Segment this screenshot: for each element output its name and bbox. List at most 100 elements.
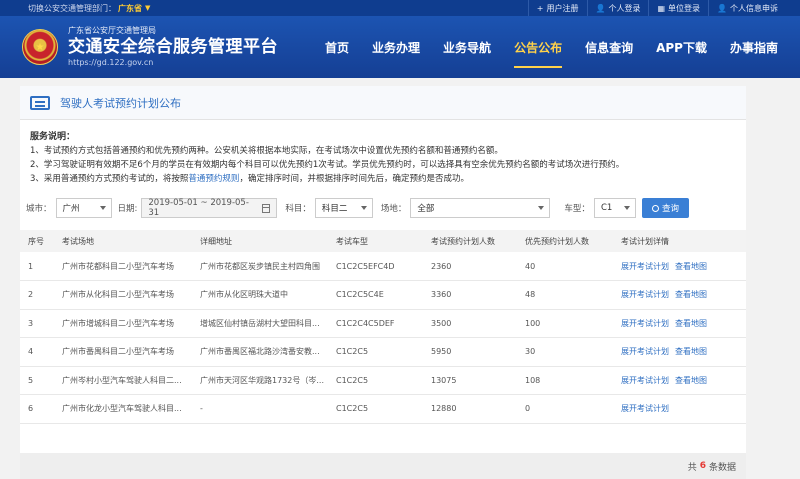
nav-home[interactable]: 首页 — [325, 16, 349, 78]
dept-switch-label: 切换公安交通管理部门： — [28, 3, 116, 13]
row-site: 广州市番禺科目二小型汽车考场 — [54, 337, 192, 367]
view-map-link[interactable]: 查看地图 — [675, 347, 707, 356]
row-plan-count: 12880 — [423, 394, 517, 424]
expand-plan-link[interactable]: 展开考试计划 — [621, 290, 669, 299]
appeal-label: 个人信息申诉 — [730, 3, 778, 13]
row-site: 广州市花都科目二小型汽车考场 — [54, 252, 192, 281]
cartype-value: C1 — [600, 203, 613, 213]
dept-switch-value[interactable]: 广东省 — [118, 3, 142, 14]
row-number: 6 — [20, 394, 54, 424]
chevron-down-icon[interactable]: ▼ — [145, 4, 150, 12]
account-links: + 用户注册 👤 个人登录 ▦ 单位登录 👤 个人信息申诉 — [527, 0, 786, 16]
document-icon — [30, 95, 50, 110]
person-icon: 👤 — [595, 3, 606, 13]
org-icon: ▦ — [657, 3, 666, 13]
nav-query[interactable]: 信息查询 — [585, 16, 633, 78]
cartype-select[interactable]: C1 — [593, 198, 636, 218]
col-header: 详细地址 — [192, 230, 328, 252]
nav-guide[interactable]: 业务导航 — [443, 16, 491, 78]
expand-plan-link[interactable]: 展开考试计划 — [621, 347, 669, 356]
personal-login-link[interactable]: 👤 个人登录 — [586, 0, 649, 16]
city-select[interactable]: 广州 — [55, 198, 112, 218]
view-map-link[interactable]: 查看地图 — [675, 290, 707, 299]
row-actions: 展开考试计划 查看地图 — [613, 252, 746, 281]
row-address: 广州市天河区华观路1732号（岑... — [192, 366, 328, 395]
filter-bar: 城市： 广州 日期: 2019-05-01 ~ 2019-05-31 科目： 科… — [20, 198, 746, 218]
row-actions: 展开考试计划 查看地图 — [613, 366, 746, 395]
total-count: 6 — [699, 461, 706, 471]
query-button[interactable]: 查询 — [641, 198, 689, 218]
expand-plan-link[interactable]: 展开考试计划 — [621, 404, 669, 413]
row-actions: 展开考试计划 查看地图 — [613, 280, 746, 310]
row-plan-count: 13075 — [423, 366, 517, 395]
view-map-link[interactable]: 查看地图 — [675, 319, 707, 328]
brand[interactable]: 广东省公安厅交通管理局 交通安全综合服务管理平台 https://gd.122.… — [68, 26, 278, 68]
subject-value: 科目二 — [321, 204, 348, 214]
row-car-type: C1C2C5 — [328, 366, 423, 395]
expand-plan-link[interactable]: 展开考试计划 — [621, 376, 669, 385]
rules-link[interactable]: 普通预约规则 — [188, 174, 239, 184]
row-address: 广州市花都区炭步镇民主村四角围 — [192, 252, 328, 281]
table-row: 3 广州市增城科目二小型汽车考场 增城区仙村镇岳湖村大望田科目... C1C2C4C5… — [20, 309, 746, 338]
row-address: 广州市从化区明珠大道中 — [192, 280, 328, 310]
cartype-label: 车型： — [564, 204, 590, 214]
register-label: 用户注册 — [546, 3, 579, 13]
total-suffix: 条数据 — [708, 462, 736, 473]
nav-business[interactable]: 业务办理 — [372, 16, 420, 78]
table-row: 2 广州市从化科目二小型汽车考场 广州市从化区明珠大道中 C1C2C5C4E 3360 4… — [20, 280, 746, 310]
page-title: 驾驶人考试预约计划公布 — [60, 96, 181, 110]
row-car-type: C1C2C4C5DEF — [328, 309, 423, 338]
site-value: 全部 — [417, 204, 435, 214]
row-actions: 展开考试计划 — [613, 394, 746, 424]
subject-label: 科目： — [285, 204, 311, 214]
city-label: 城市： — [26, 204, 52, 214]
row-site: 广州市化龙小型汽车驾驶人科目... — [54, 394, 192, 424]
brand-subtitle: 广东省公安厅交通管理局 — [68, 26, 156, 35]
row-plan-count: 2360 — [423, 252, 517, 281]
row-priority-count: 48 — [517, 280, 613, 310]
row-priority-count: 100 — [517, 309, 613, 338]
person-icon: 👤 — [717, 3, 727, 13]
personal-login-label: 个人登录 — [608, 3, 641, 13]
table-footer: 共 6 条数据 — [20, 453, 746, 479]
city-value: 广州 — [62, 204, 80, 214]
table-header-row: 序号 考试场地 详细地址 考试车型 考试预约计划人数 优先预约计划人数 考试计划… — [20, 230, 746, 252]
site-label: 场地： — [380, 204, 407, 214]
row-number: 1 — [20, 252, 54, 281]
org-login-link[interactable]: ▦ 单位登录 — [648, 0, 708, 16]
brand-url: https://gd.122.gov.cn — [68, 58, 154, 67]
site-header: ★ 广东省公安厅交通管理局 交通安全综合服务管理平台 https://gd.12… — [0, 16, 800, 78]
top-bar: 切换公安交通管理部门： 广东省 ▼ + 用户注册 👤 个人登录 ▦ 单位登录 👤 个人信… — [0, 0, 800, 16]
row-car-type: C1C2C5 — [328, 394, 423, 424]
register-link[interactable]: + 用户注册 — [527, 0, 587, 16]
nav-service-guide[interactable]: 办事指南 — [730, 16, 778, 78]
col-header: 优先预约计划人数 — [517, 230, 613, 252]
view-map-link[interactable]: 查看地图 — [675, 376, 707, 385]
subject-select[interactable]: 科目二 — [314, 198, 373, 218]
row-site: 广州岑村小型汽车驾驶人科目二... — [54, 366, 192, 395]
user-plus-icon: + — [536, 3, 544, 13]
date-range-input[interactable]: 2019-05-01 ~ 2019-05-31 — [141, 198, 278, 218]
row-car-type: C1C2C5 — [328, 337, 423, 367]
brand-title: 交通安全综合服务管理平台 — [68, 37, 278, 57]
site-select[interactable]: 全部 — [410, 198, 551, 218]
expand-plan-link[interactable]: 展开考试计划 — [621, 262, 669, 271]
nav-announcements[interactable]: 公告公布 — [514, 16, 563, 78]
expand-plan-link[interactable]: 展开考试计划 — [621, 319, 669, 328]
notice-line-3: 3、采用普通预约方式预约考试的，将按照普通预约规则，确定排序时间，并根据排序时间… — [30, 172, 736, 186]
chevron-down-icon — [99, 206, 106, 210]
notice-line-3-start: 3、采用普通预约方式预约考试的，将按照 — [30, 174, 189, 184]
org-login-label: 单位登录 — [668, 3, 701, 13]
row-address: 广州市番禺区福北路沙湾番安教... — [192, 337, 328, 367]
chevron-down-icon — [623, 206, 630, 210]
notice-line-2: 2、学习驾驶证明有效期不足6个月的学员在有效期内每个科目可以优先预约1次考试。学… — [30, 160, 625, 170]
table-row: 6 广州市化龙小型汽车驾驶人科目... - C1C2C5 12880 0 展开考试计划 — [20, 394, 746, 424]
query-label: 查询 — [661, 204, 679, 214]
appeal-link[interactable]: 👤 个人信息申诉 — [708, 0, 786, 16]
row-number: 3 — [20, 309, 54, 338]
col-header: 考试计划详情 — [613, 230, 746, 252]
row-number: 2 — [20, 280, 54, 310]
row-site: 广州市从化科目二小型汽车考场 — [54, 280, 192, 310]
view-map-link[interactable]: 查看地图 — [675, 262, 707, 271]
nav-app-download[interactable]: APP下载 — [656, 16, 707, 78]
